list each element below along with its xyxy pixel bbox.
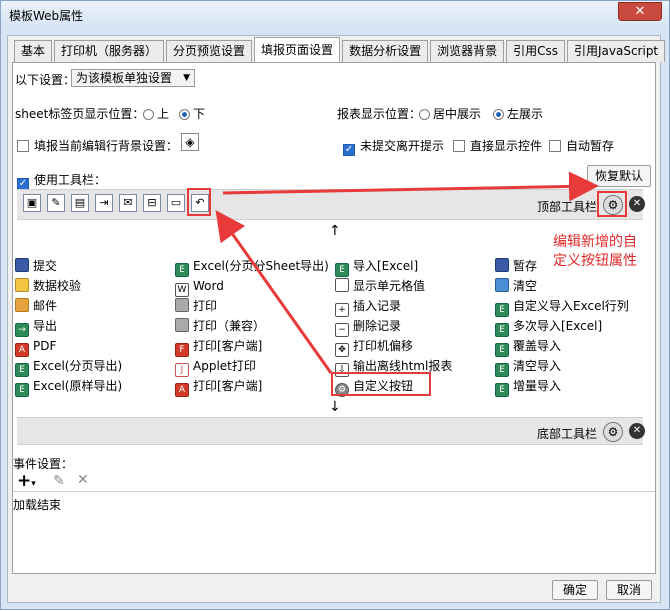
annotation-line-1: 编辑新增的自: [553, 234, 637, 250]
annotation-text: 编辑新增的自 定义按钮属性: [553, 233, 637, 271]
arrow-to-gear: [222, 171, 599, 202]
dialog-window: 模板Web属性 ✕ 基本 打印机（服务器） 分页预览设置 填报页面设置 数据分析…: [0, 0, 670, 610]
annotation-arrows: [215, 171, 599, 374]
annotation-line-2: 定义按钮属性: [553, 253, 637, 269]
arrow-to-undo: [215, 210, 333, 374]
